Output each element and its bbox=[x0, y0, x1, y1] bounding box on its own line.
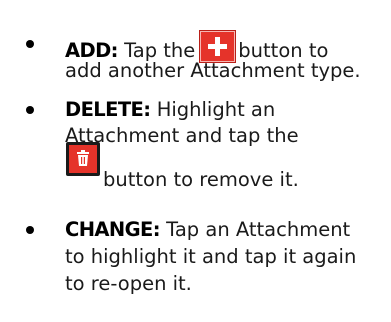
bullet bbox=[26, 106, 34, 114]
change-text-line3: to re-open it. bbox=[65, 272, 192, 295]
delete-text-line3: button to remove it. bbox=[103, 168, 299, 191]
bullet bbox=[26, 40, 34, 48]
instruction-list: ADD: Tap the button to add another Attach… bbox=[0, 0, 391, 322]
bullet bbox=[26, 226, 34, 234]
change-text-line2: to highlight it and tap it again bbox=[65, 245, 357, 268]
add-description-line: add another Attachment type. bbox=[65, 59, 361, 82]
delete-text-line1: Highlight an bbox=[156, 98, 276, 121]
change-keyword: CHANGE: bbox=[65, 218, 161, 241]
delete-keyword: DELETE: bbox=[65, 98, 151, 121]
delete-text-line2: Attachment and tap the bbox=[65, 124, 299, 147]
trash-icon bbox=[66, 142, 100, 176]
change-text-line1: Tap an Attachment bbox=[166, 218, 351, 241]
